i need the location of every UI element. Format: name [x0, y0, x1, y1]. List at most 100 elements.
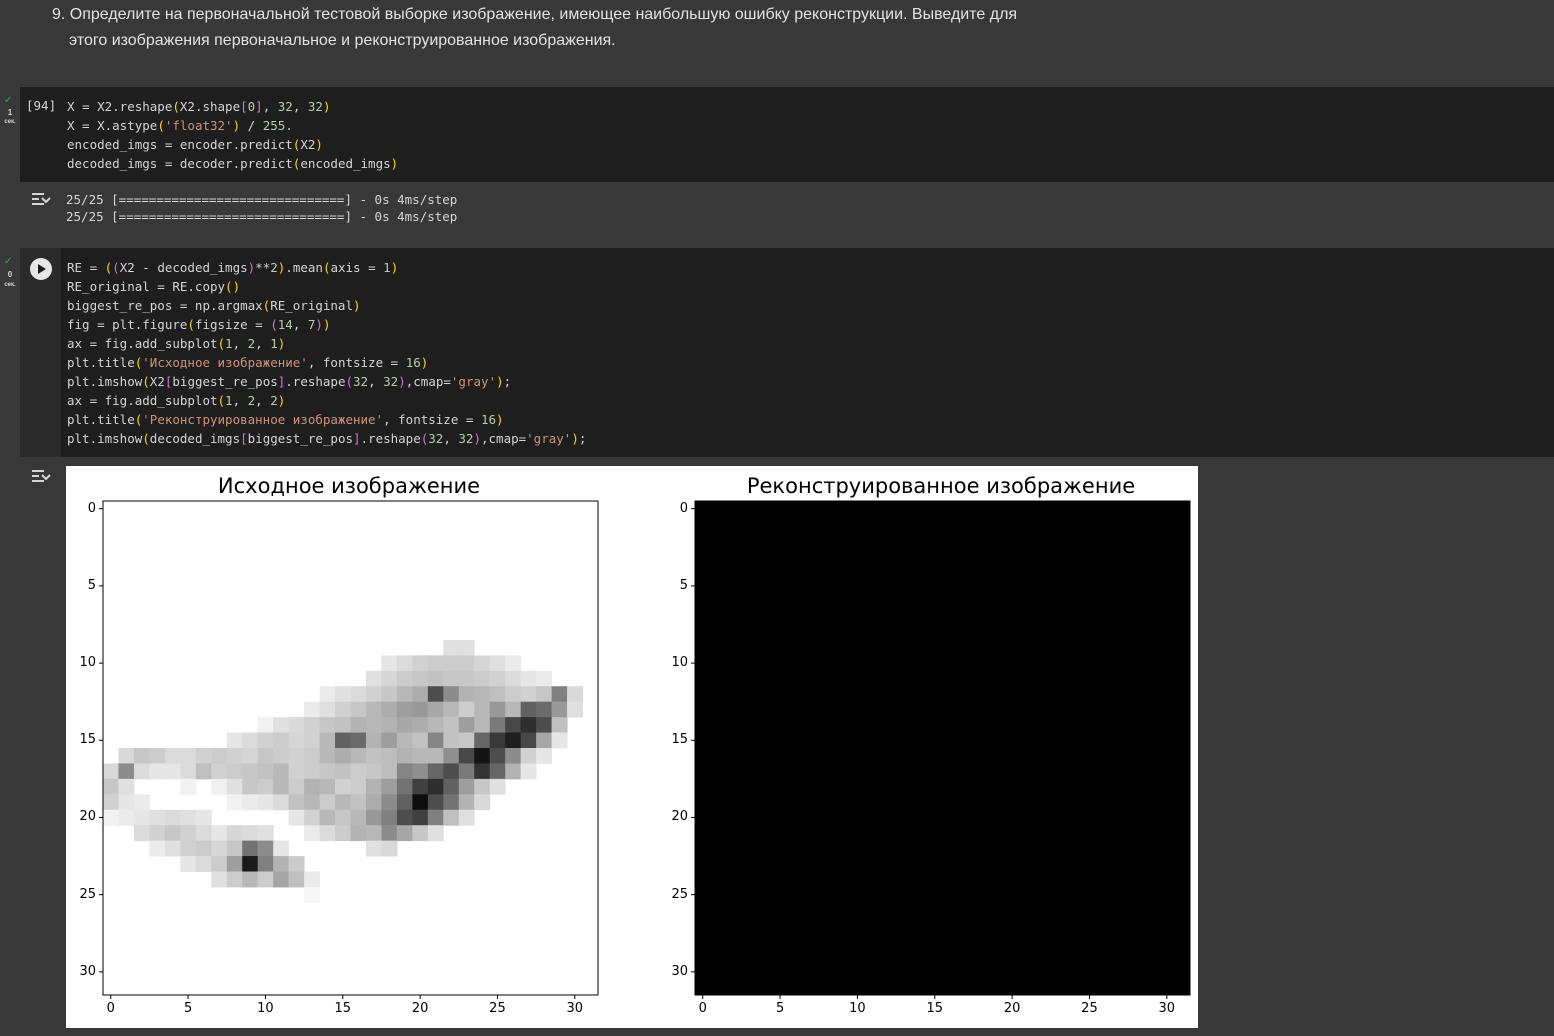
- y-tick-label: 25: [671, 886, 688, 902]
- y-tick-label: 5: [87, 577, 96, 593]
- x-tick-label: 30: [1158, 1001, 1176, 1016]
- heatmap-pixel: [381, 809, 398, 826]
- heatmap-pixel: [443, 778, 460, 795]
- heatmap-pixel: [350, 717, 367, 734]
- heatmap-pixel: [319, 794, 336, 811]
- heatmap-pixel: [505, 717, 522, 734]
- heatmap-pixel: [257, 717, 274, 734]
- heatmap-pixel: [412, 701, 429, 718]
- heatmap-pixel: [489, 778, 506, 795]
- cell2-code-line-3: biggest_re_pos = np.argmax(RE_original): [67, 298, 361, 313]
- cell1-code[interactable]: X = X2.reshape(X2.shape[0], 32, 32) X = …: [67, 97, 398, 173]
- heatmap-pixel: [474, 732, 491, 749]
- heatmap-pixel: [381, 686, 398, 703]
- heatmap-pixel: [180, 809, 197, 826]
- heatmap-pixel: [520, 763, 537, 780]
- heatmap-pixel: [489, 686, 506, 703]
- heatmap-background: [695, 501, 1190, 995]
- heatmap-pixel: [551, 732, 568, 749]
- heatmap-pixel: [458, 732, 475, 749]
- heatmap-pixel: [257, 794, 274, 811]
- heatmap-pixel: [396, 717, 413, 734]
- x-tick-label: 20: [411, 1001, 429, 1016]
- cell2-code-line-2: RE_original = RE.copy(): [67, 279, 241, 294]
- heatmap-pixel: [412, 717, 429, 734]
- heatmap-pixel: [520, 732, 537, 749]
- heatmap-pixel: [242, 840, 259, 857]
- heatmap-pixel: [536, 701, 553, 718]
- run-cell-button[interactable]: [30, 258, 52, 280]
- x-tick-label: 25: [489, 1001, 506, 1016]
- heatmap-pixel: [180, 840, 197, 857]
- heatmap-pixel: [427, 732, 444, 749]
- x-tick-label: 0: [106, 1001, 115, 1016]
- heatmap-pixel: [365, 809, 382, 826]
- heatmap-pixel: [536, 686, 553, 703]
- heatmap-pixel: [427, 670, 444, 687]
- heatmap-pixel: [118, 763, 135, 780]
- heatmap-pixel: [257, 856, 274, 872]
- heatmap-pixel: [304, 825, 321, 842]
- heatmap-pixel: [242, 748, 259, 764]
- x-tick-label: 0: [698, 1001, 707, 1016]
- heatmap-pixel: [443, 670, 460, 687]
- heatmap-pixel: [443, 732, 460, 749]
- heatmap-pixel: [396, 825, 413, 842]
- heatmap-pixel: [412, 655, 429, 672]
- heatmap-pixel: [505, 670, 522, 687]
- cell1-code-line-2: X = X.astype('float32') / 255.: [67, 118, 293, 133]
- heatmap-pixel: [536, 717, 553, 734]
- cell1-exec-count[interactable]: [94]: [26, 98, 56, 113]
- y-tick-label: 15: [79, 732, 96, 748]
- heatmap-pixel: [335, 763, 351, 780]
- cell1-code-line-1: X = X2.reshape(X2.shape[0], 32, 32): [67, 99, 331, 114]
- heatmap-pixel: [304, 871, 321, 888]
- cell2-duration-unit: сек.: [4, 282, 16, 288]
- y-tick-label: 25: [79, 886, 96, 902]
- heatmap-pixel: [304, 763, 321, 780]
- heatmap-pixel: [319, 778, 336, 795]
- heatmap-pixel: [427, 794, 444, 811]
- heatmap-pixel: [288, 748, 305, 764]
- heatmap-pixel: [443, 686, 460, 703]
- subplot-1-image: [99, 500, 599, 999]
- heatmap-pixel: [103, 809, 119, 826]
- heatmap-pixel: [226, 778, 243, 795]
- heatmap-pixel: [273, 763, 290, 780]
- output-toggle-icon-2[interactable]: [30, 467, 52, 485]
- heatmap-pixel: [195, 825, 212, 842]
- heatmap-pixel: [149, 809, 166, 826]
- cell2-code[interactable]: RE = ((X2 - decoded_imgs)**2).mean(axis …: [67, 258, 586, 448]
- heatmap-pixel: [103, 763, 119, 780]
- heatmap-pixel: [304, 732, 321, 749]
- subplot-2-image: [691, 500, 1191, 999]
- heatmap-pixel: [396, 809, 413, 826]
- heatmap-pixel: [288, 871, 305, 888]
- heatmap-pixel: [103, 778, 119, 795]
- heatmap-pixel: [443, 794, 460, 811]
- heatmap-pixel: [458, 809, 475, 826]
- heatmap-pixel: [350, 748, 367, 764]
- heatmap-pixel: [288, 732, 305, 749]
- heatmap-pixel: [443, 809, 460, 826]
- heatmap-pixel: [381, 670, 398, 687]
- code-cell-1[interactable]: [94] X = X2.reshape(X2.shape[0], 32, 32)…: [20, 87, 1554, 182]
- cell1-code-line-3: encoded_imgs = encoder.predict(X2): [67, 137, 323, 152]
- heatmap-pixel: [335, 748, 351, 764]
- heatmap-pixel: [226, 732, 243, 749]
- heatmap-pixel: [365, 701, 382, 718]
- heatmap-pixel: [149, 748, 166, 764]
- heatmap-pixel: [458, 655, 475, 672]
- heatmap-pixel: [242, 732, 259, 749]
- heatmap-pixel: [350, 825, 367, 842]
- heatmap-pixel: [118, 748, 135, 764]
- heatmap-pixel: [365, 778, 382, 795]
- heatmap-pixel: [226, 748, 243, 764]
- heatmap-pixel: [489, 732, 506, 749]
- cell2-code-line-8: ax = fig.add_subplot(1, 2, 2): [67, 393, 286, 408]
- heatmap-pixel: [350, 686, 367, 703]
- heatmap-pixel: [288, 763, 305, 780]
- heatmap-pixel: [396, 686, 413, 703]
- output-toggle-icon[interactable]: [30, 190, 52, 208]
- heatmap-pixel: [335, 825, 351, 842]
